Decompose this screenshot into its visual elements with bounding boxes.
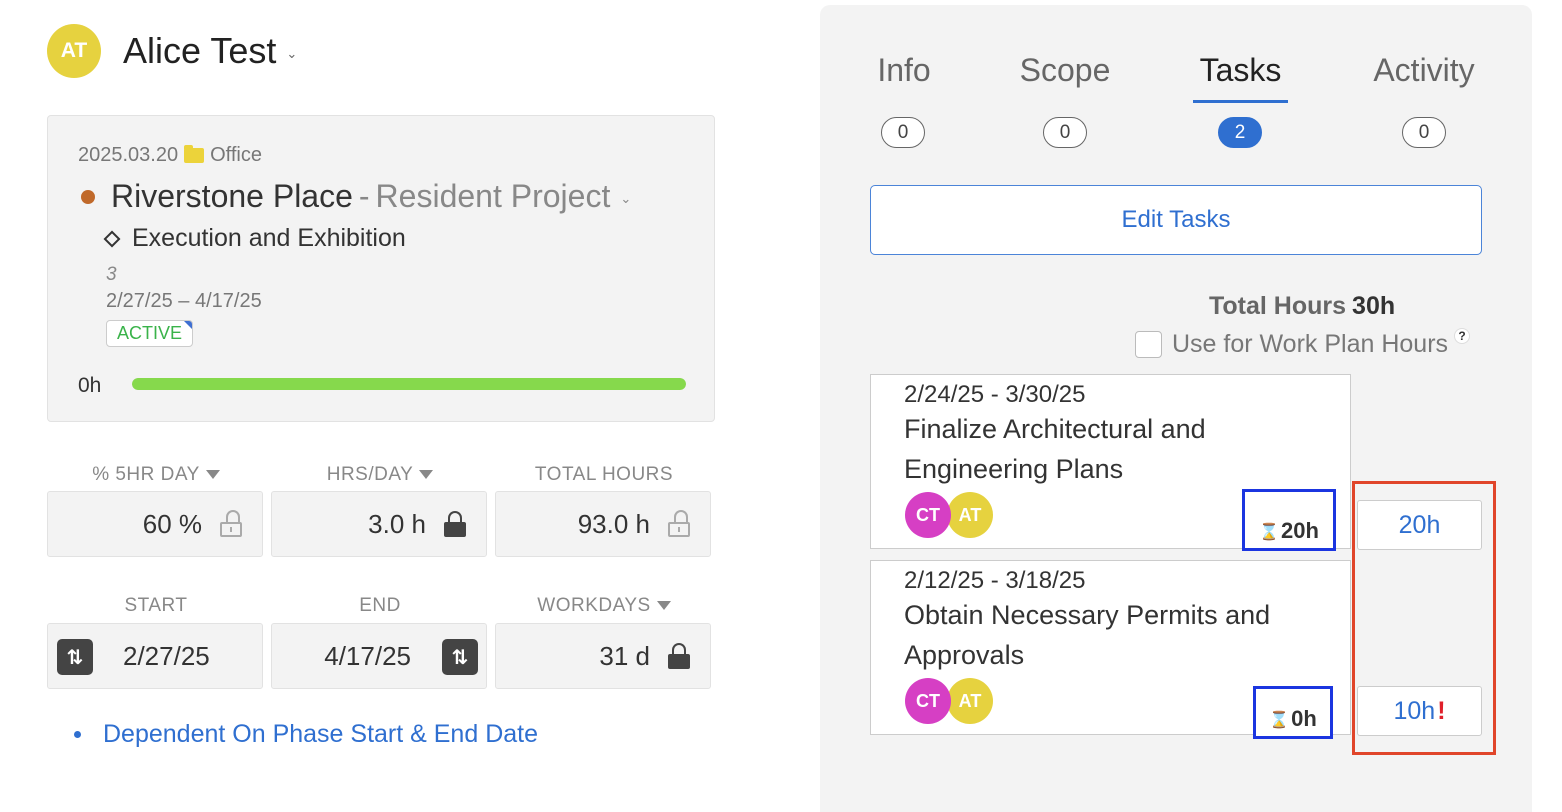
project-title-row[interactable]: Riverstone Place - Resident Project ⌄ <box>81 178 631 215</box>
hrs-day-field[interactable]: 3.0 h <box>271 491 487 557</box>
phase-dates: 2/27/25 – 4/17/25 <box>106 290 262 312</box>
chevron-down-icon[interactable]: ⌄ <box>286 46 297 62</box>
unlock-icon[interactable] <box>668 510 690 537</box>
progress-bar <box>132 378 686 390</box>
bullet-icon <box>74 731 81 738</box>
tab-info-count: 0 <box>881 117 925 148</box>
dependency-row: Dependent On Phase Start & End Date <box>74 720 538 749</box>
total-hours-value: 93.0 h <box>577 508 650 539</box>
phase-number: 3 <box>106 264 117 285</box>
dependency-link-icon[interactable]: ⇅ <box>442 639 478 675</box>
status-badge[interactable]: ACTIVE <box>106 320 194 347</box>
assignee-avatar: CT <box>905 492 951 538</box>
phase-name: Execution and Exhibition <box>132 224 406 252</box>
hourglass-icon: ⌛ <box>1259 524 1279 541</box>
triangle-down-icon <box>205 470 220 480</box>
workdays-field[interactable]: 31 d <box>495 623 711 689</box>
assignee-avatar: AT <box>947 678 993 724</box>
hourglass-icon: ⌛ <box>1269 712 1290 729</box>
end-date-value: 4/17/25 <box>324 640 411 671</box>
diamond-icon <box>103 230 121 247</box>
project-color-dot <box>81 189 95 204</box>
tab-tasks[interactable]: Tasks <box>1193 52 1288 89</box>
project-name: Riverstone Place <box>111 178 353 214</box>
unlock-icon[interactable] <box>220 510 242 537</box>
lock-icon[interactable] <box>668 643 690 669</box>
workdays-value: 31 d <box>599 640 650 671</box>
assignee-avatar: AT <box>947 492 993 538</box>
warning-icon: ! <box>1437 696 1446 725</box>
total-hours-summary-label: Total Hours <box>1209 292 1347 320</box>
project-date: 2025.03.20 <box>78 144 179 166</box>
tab-tasks-count: 2 <box>1218 117 1262 148</box>
task-dates: 2/24/25 - 3/30/25 <box>904 381 1086 408</box>
project-meta: 2025.03.20 Office <box>78 144 262 167</box>
phase-card: 2025.03.20 Office Riverstone Place - Res… <box>47 115 715 422</box>
start-date-value: 2/27/25 <box>123 640 210 671</box>
tab-info[interactable]: Info <box>874 52 934 89</box>
tab-scope-count: 0 <box>1043 117 1087 148</box>
user-header[interactable]: AT Alice Test ⌄ <box>47 24 297 78</box>
task-hours-input[interactable]: 20h <box>1357 500 1482 550</box>
user-avatar: AT <box>47 24 101 78</box>
workdays-label[interactable]: WORKDAYS <box>496 595 712 617</box>
tab-activity[interactable]: Activity <box>1368 52 1480 89</box>
dependency-link-icon[interactable]: ⇅ <box>57 639 93 675</box>
task-hours-input[interactable]: 10h! <box>1357 686 1482 736</box>
help-icon[interactable]: ? <box>1454 327 1471 344</box>
active-tab-indicator <box>1193 100 1288 103</box>
dependency-link[interactable]: Dependent On Phase Start & End Date <box>103 720 538 749</box>
tab-activity-count: 0 <box>1402 117 1446 148</box>
progress-label: 0h <box>78 374 102 397</box>
task-estimate: ⌛ 0h <box>1253 686 1333 739</box>
total-hours-summary-value: 30h <box>1352 292 1396 320</box>
work-plan-row[interactable]: Use for Work Plan Hours ? <box>1135 327 1471 359</box>
task-dates: 2/12/25 - 3/18/25 <box>904 567 1086 594</box>
hrs-day-value: 3.0 h <box>368 508 426 539</box>
pct-day-field[interactable]: 60 % <box>47 491 263 557</box>
assignee-avatar: CT <box>905 678 951 724</box>
phase-name-row: Execution and Exhibition <box>103 224 406 253</box>
work-plan-checkbox[interactable] <box>1135 331 1162 358</box>
project-folder: Office <box>210 144 262 166</box>
folder-icon <box>184 145 205 163</box>
total-hours-field[interactable]: 93.0 h <box>495 491 711 557</box>
chevron-down-icon[interactable]: ⌄ <box>620 191 631 207</box>
user-name: Alice Test <box>123 30 277 71</box>
lock-icon[interactable] <box>444 511 466 537</box>
triangle-down-icon <box>656 601 671 611</box>
hrs-day-label[interactable]: HRS/DAY <box>272 464 488 486</box>
triangle-down-icon <box>419 470 434 480</box>
project-separator: - <box>358 178 370 214</box>
task-estimate: ⌛ 20h <box>1242 489 1336 551</box>
pct-day-label[interactable]: % 5HR DAY <box>48 464 264 486</box>
progress-fill <box>132 378 686 390</box>
start-label: START <box>124 595 188 616</box>
total-hours-summary: Total Hours 30h <box>1209 292 1395 321</box>
pct-day-value: 60 % <box>142 508 202 539</box>
work-plan-label: Use for Work Plan Hours <box>1172 330 1449 358</box>
project-subtitle: Resident Project <box>375 178 611 214</box>
task-title: Finalize Architectural and Engineering P… <box>904 414 1206 484</box>
tab-scope[interactable]: Scope <box>1018 52 1112 89</box>
total-hours-label: TOTAL HOURS <box>534 464 674 485</box>
task-title: Obtain Necessary Permits and Approvals <box>904 600 1271 670</box>
end-label: END <box>359 595 401 616</box>
edit-tasks-button[interactable]: Edit Tasks <box>870 185 1482 255</box>
